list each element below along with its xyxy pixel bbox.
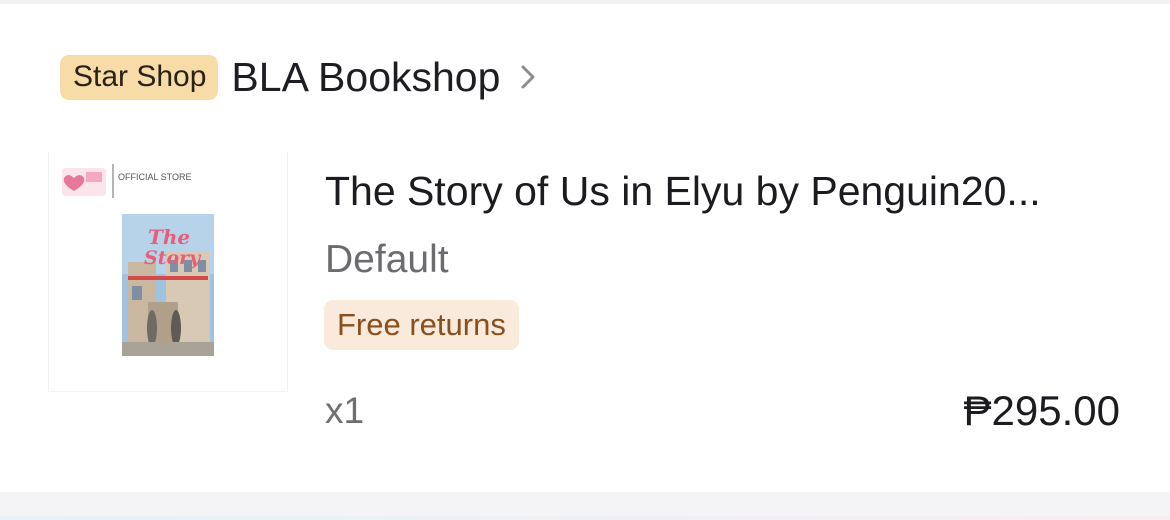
bottom-accent-line [0,516,1170,520]
top-divider [0,0,1170,4]
shop-name[interactable]: BLA Bookshop [231,52,500,102]
chevron-right-icon[interactable] [516,60,540,94]
product-title[interactable]: The Story of Us in Elyu by Penguin20... [325,166,1125,216]
shop-header[interactable]: Star Shop BLA Bookshop [60,52,540,102]
star-shop-badge: Star Shop [60,54,219,100]
product-price: ₱295.00 [963,387,1120,434]
free-returns-badge: Free returns [324,300,519,350]
thumbnail-border [48,152,288,392]
product-variant: Default [325,238,449,281]
product-quantity: x1 [325,390,365,431]
product-thumbnail[interactable]: OFFICIAL STORE The Story [48,152,288,392]
